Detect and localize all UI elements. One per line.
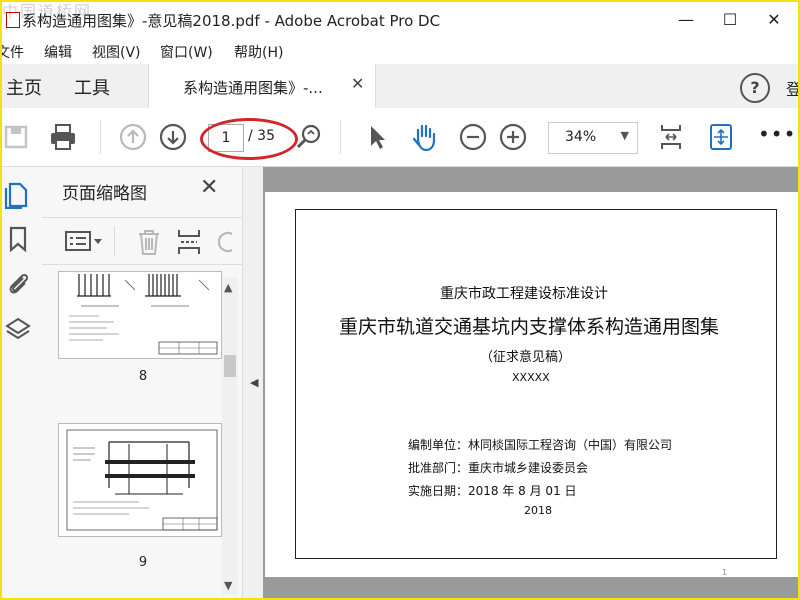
doc-editor-value: 林同棪国际工程咨询（中国）有限公司 [468, 438, 673, 452]
minimize-button[interactable]: — [666, 6, 706, 34]
window-title: 系构造通用图集》-意见稿2018.pdf - Adobe Acrobat Pro… [22, 12, 441, 30]
thumbnail-drawing [66, 429, 218, 531]
collapse-panel-icon[interactable]: ◀ [250, 376, 258, 389]
thumbnail-drawing [69, 274, 218, 355]
doc-title: 重庆市轨道交通基坑内支撑体系构造通用图集 [339, 316, 720, 338]
acrobat-app-icon [6, 12, 20, 28]
toolbar-separator [340, 120, 341, 154]
panel-title: 页面缩略图 [62, 184, 147, 204]
scroll-down-icon[interactable]: ▼ [224, 579, 232, 592]
thumbnails-scrollbar[interactable]: ▲ ▼ [222, 277, 238, 595]
menu-help[interactable]: 帮助(H) [234, 42, 283, 62]
doc-approver-value: 重庆市城乡建设委员会 [468, 461, 589, 475]
zoom-dropdown[interactable]: 34% ▼ [548, 122, 638, 154]
help-icon[interactable]: ? [740, 73, 770, 103]
zoom-search-icon[interactable] [294, 122, 324, 152]
title-bar: 中国道桥网 系构造通用图集》-意见稿2018.pdf - Adobe Acrob… [2, 2, 798, 38]
toolbar: 1 / 35 34% ▼ ••• [2, 108, 798, 167]
doc-subtitle: （征求意见稿） [480, 350, 572, 365]
layers-icon[interactable] [4, 315, 32, 343]
tab-tools[interactable]: 工具 [74, 74, 110, 100]
document-tab-label: 系构造通用图集》-... [183, 79, 323, 97]
bookmarks-icon[interactable] [4, 225, 32, 253]
attachments-icon[interactable] [4, 269, 32, 297]
next-page-icon[interactable] [158, 122, 188, 152]
thumbnail-label: 8 [138, 369, 148, 384]
fit-page-icon[interactable] [656, 122, 686, 152]
thumbnail-page-8[interactable] [58, 271, 222, 359]
close-tab-icon[interactable]: ✕ [351, 74, 364, 93]
zoom-value: 34% [565, 129, 597, 145]
doc-approver-label: 批准部门： [408, 461, 469, 475]
menu-file[interactable]: 文件 [2, 42, 24, 62]
tab-document[interactable]: 系构造通用图集》-... ✕ [148, 64, 376, 108]
page-options-icon[interactable] [64, 230, 104, 252]
thumbnails-panel: 页面缩略图 ✕ 8 9 [42, 167, 243, 598]
app-window: 中国道桥网 系构造通用图集》-意见稿2018.pdf - Adobe Acrob… [0, 0, 800, 600]
tab-home[interactable]: 主页 [6, 74, 42, 100]
scrollbar-thumb[interactable] [224, 355, 236, 377]
doc-code: XXXXX [512, 371, 550, 384]
chevron-down-icon: ▼ [620, 129, 629, 142]
zoom-out-icon[interactable] [458, 122, 488, 152]
doc-year: 2018 [524, 504, 552, 517]
viewer-gap [265, 577, 798, 598]
select-arrow-icon[interactable] [362, 122, 392, 152]
menu-view[interactable]: 视图(V) [92, 42, 141, 62]
toolbar-separator [100, 120, 101, 154]
menu-bar: 文件 编辑 视图(V) 窗口(W) 帮助(H) [2, 38, 798, 64]
sign-in-link[interactable]: 登 [786, 76, 798, 100]
delete-page-icon[interactable] [136, 228, 162, 256]
doc-date-label: 实施日期： [408, 484, 469, 498]
doc-editor-label: 编制单位： [408, 438, 469, 452]
full-screen-icon[interactable] [706, 122, 736, 152]
save-icon[interactable] [2, 122, 32, 152]
panel-toolbar [42, 217, 242, 265]
close-window-button[interactable]: ✕ [754, 6, 794, 34]
maximize-button[interactable]: ☐ [710, 6, 750, 34]
scroll-up-icon[interactable]: ▲ [224, 281, 232, 294]
thumbnail-page-9[interactable] [58, 423, 222, 537]
menu-window[interactable]: 窗口(W) [160, 42, 213, 62]
doc-header-small: 重庆市政工程建设标准设计 [440, 286, 608, 302]
zoom-in-icon[interactable] [498, 122, 528, 152]
menu-edit[interactable]: 编辑 [44, 42, 72, 62]
prev-page-icon[interactable] [118, 122, 148, 152]
hand-tool-icon[interactable] [410, 122, 440, 152]
tab-bar: 主页 工具 系构造通用图集》-... ✕ ? 登 [2, 64, 798, 109]
rotate-page-icon[interactable] [218, 228, 236, 256]
insert-page-icon[interactable] [176, 228, 202, 256]
close-panel-icon[interactable]: ✕ [200, 175, 218, 200]
highlight-annotation [200, 118, 298, 160]
panel-separator [114, 226, 115, 256]
navigation-rail [2, 167, 43, 598]
thumbnail-label: 9 [138, 555, 148, 570]
print-icon[interactable] [48, 122, 78, 152]
more-icon[interactable]: ••• [758, 122, 796, 146]
page-thumbnails-icon[interactable] [4, 181, 32, 209]
page-corner-number: 1 [722, 568, 728, 577]
doc-date-value: 2018 年 8 月 01 日 [468, 484, 577, 498]
